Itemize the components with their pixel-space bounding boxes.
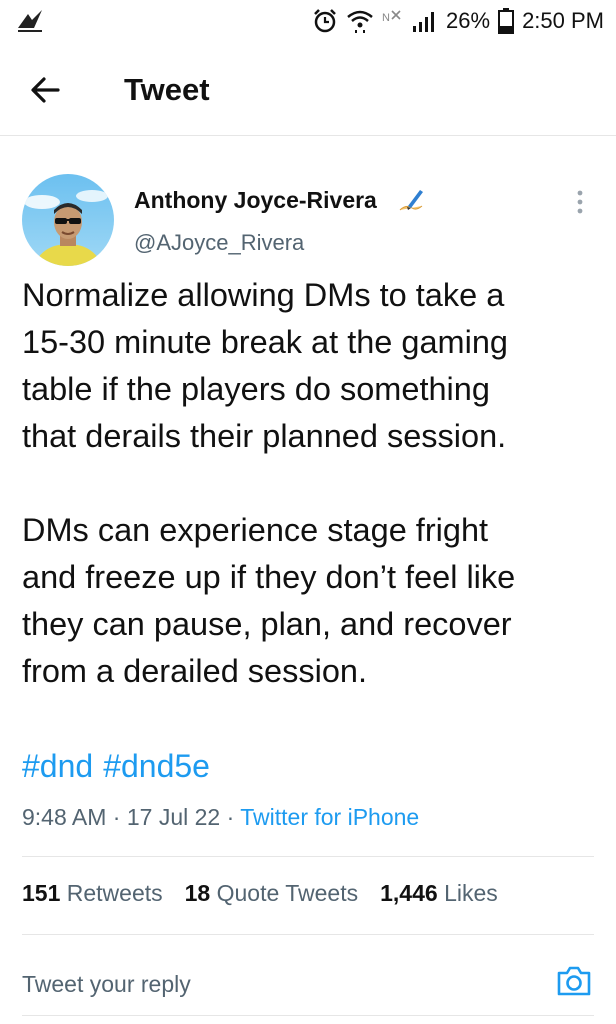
quote-tweets-stat[interactable]: 18 Quote Tweets	[185, 880, 358, 907]
hashtag-link[interactable]: #dnd5e	[103, 748, 210, 784]
writing-hand-icon	[399, 190, 423, 211]
divider	[22, 934, 594, 935]
svg-text:N: N	[382, 12, 390, 24]
tweet-text: Normalize allowing DMs to take a 15-30 m…	[22, 272, 602, 695]
more-options-icon[interactable]	[568, 186, 592, 218]
tweet-paragraph: Normalize allowing DMs to take a 15-30 m…	[22, 277, 508, 454]
battery-percent: 26%	[446, 8, 491, 33]
top-app-bar: Tweet	[0, 42, 616, 136]
signal-bars-icon	[413, 12, 435, 32]
back-arrow-icon[interactable]	[28, 72, 68, 108]
no-signal-icon: N	[382, 10, 401, 24]
engagement-stats: 151 Retweets 18 Quote Tweets 1,446 Likes	[22, 880, 498, 907]
divider	[22, 856, 594, 857]
camera-icon[interactable]	[556, 963, 592, 997]
tweet-source-link[interactable]: Twitter for iPhone	[240, 804, 419, 830]
quote-tweets-count: 18	[184, 880, 211, 906]
status-bar: N 26% 2:50 PM	[0, 0, 616, 42]
alarm-icon	[314, 9, 336, 33]
author-handle[interactable]: @AJoyce_Rivera	[134, 230, 304, 256]
reply-input[interactable]	[22, 964, 522, 1004]
clock: 2:50 PM	[522, 8, 604, 33]
tweet-metadata: 9:48 AM · 17 Jul 22 · Twitter for iPhone	[22, 804, 419, 831]
tweet-time: 9:48 AM	[22, 804, 107, 830]
retweets-label: Retweets	[66, 880, 163, 906]
retweets-count: 151	[22, 880, 61, 906]
tweet-paragraph: DMs can experience stage fright and free…	[22, 512, 516, 689]
meta-separator: ·	[226, 804, 235, 830]
hashtag-list: #dnd #dnd5e	[22, 748, 220, 785]
tweet-date: 17 Jul 22	[126, 804, 221, 830]
retweets-stat[interactable]: 151 Retweets	[22, 880, 163, 907]
battery-icon	[498, 8, 515, 34]
divider	[22, 1015, 594, 1016]
likes-stat[interactable]: 1,446 Likes	[380, 880, 498, 907]
app-logo-icon	[18, 10, 42, 32]
avatar[interactable]	[22, 174, 114, 266]
page-title: Tweet	[124, 72, 210, 107]
meta-separator: ·	[112, 804, 121, 830]
author-name[interactable]: Anthony Joyce-Rivera	[134, 187, 377, 214]
wifi-icon	[347, 10, 373, 33]
status-icons: N 26% 2:50 PM	[312, 4, 604, 38]
quote-tweets-label: Quote Tweets	[216, 880, 359, 906]
hashtag-link[interactable]: #dnd	[22, 748, 93, 784]
likes-label: Likes	[444, 880, 498, 906]
likes-count: 1,446	[380, 880, 438, 906]
reply-bar	[0, 950, 616, 1016]
